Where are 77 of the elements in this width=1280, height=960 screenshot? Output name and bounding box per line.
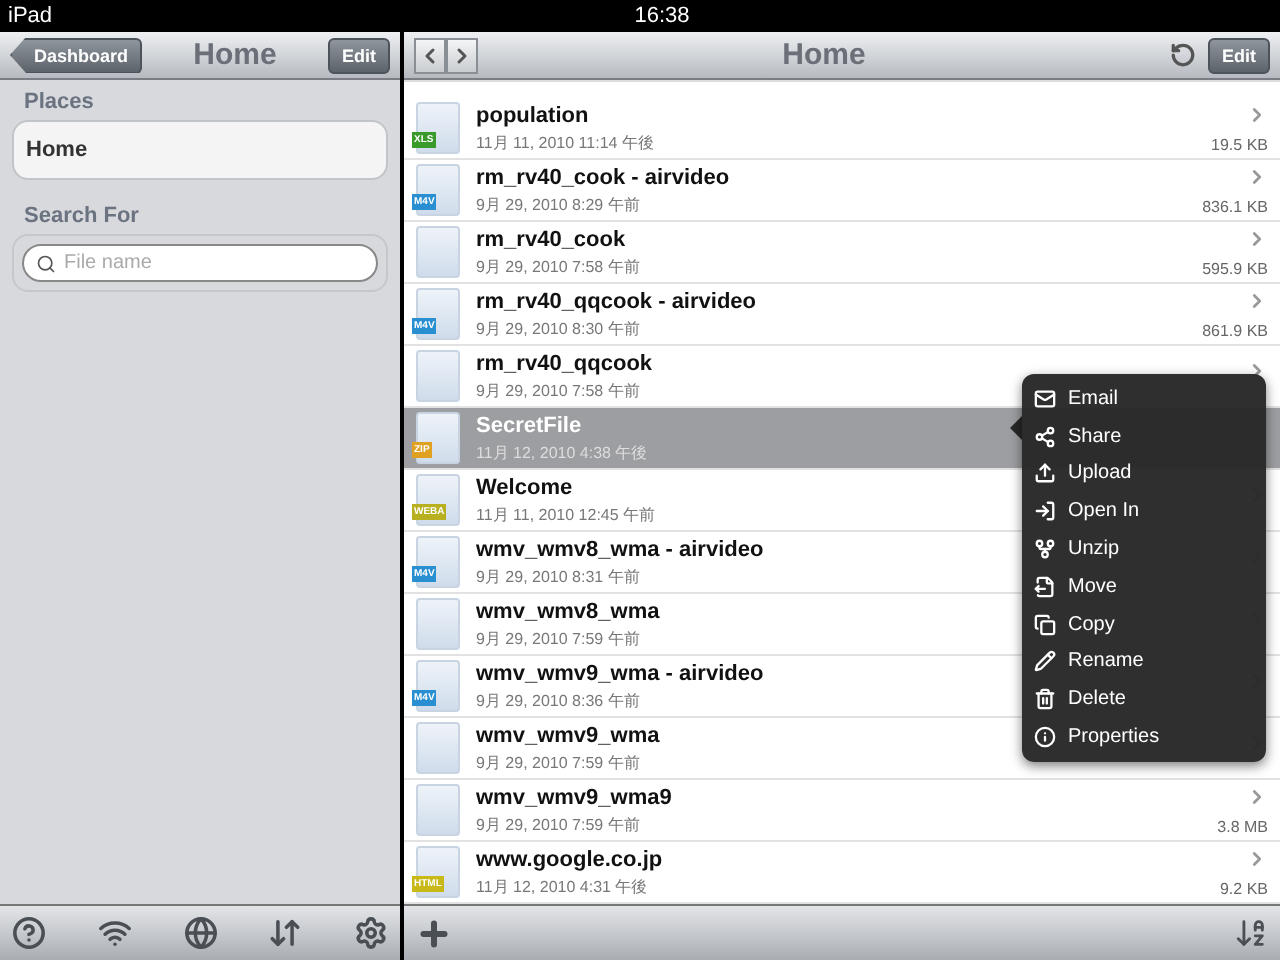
file-name: rm_rv40_qqcook <box>476 351 653 375</box>
file-icon <box>416 784 460 836</box>
refresh-icon[interactable] <box>1170 42 1196 68</box>
envelope-icon <box>1034 387 1056 410</box>
file-date: 9月 29, 2010 7:59 午前 <box>476 813 640 835</box>
file-icon <box>416 226 460 278</box>
file-name: rm_rv40_qqcook - airvideo <box>476 289 757 313</box>
file-name: population <box>476 103 589 127</box>
file-date: 9月 29, 2010 7:58 午前 <box>476 379 640 401</box>
menu-item[interactable]: Share <box>1022 417 1266 456</box>
sidebar-title: Home <box>193 38 277 72</box>
menu-item[interactable]: Copy <box>1022 605 1266 644</box>
copy-icon <box>1034 613 1056 636</box>
help-icon[interactable] <box>12 916 46 950</box>
share-icon <box>1034 425 1056 448</box>
file-date: 9月 29, 2010 7:59 午前 <box>476 627 640 649</box>
file-size: 19.5 KB <box>1211 135 1268 153</box>
file-date: 11月 11, 2010 11:14 午後 <box>476 131 654 153</box>
file-date: 9月 29, 2010 8:30 午前 <box>476 317 640 339</box>
file-icon <box>416 350 460 402</box>
file-date: 9月 29, 2010 8:31 午前 <box>476 565 640 587</box>
file-name: wmv_wmv9_wma <box>476 723 660 747</box>
file-name: wmv_wmv8_wma <box>476 599 660 623</box>
file-name: wmv_wmv8_wma - airvideo <box>476 537 764 561</box>
trash-icon <box>1034 688 1056 711</box>
place-item[interactable]: Home <box>12 120 388 180</box>
file-size: 9.2 KB <box>1219 879 1268 897</box>
file-date: 9月 29, 2010 7:58 午前 <box>476 255 640 277</box>
info-icon <box>1034 726 1056 749</box>
up-down-arrows-icon[interactable] <box>268 916 303 950</box>
file-size: 595.9 KB <box>1202 259 1268 277</box>
section-heading: Places <box>22 88 96 118</box>
fork-icon <box>1034 538 1056 561</box>
search-icon <box>36 254 56 274</box>
file-icon <box>416 722 460 774</box>
file-name: www.google.co.jp <box>476 847 663 871</box>
file-name: Welcome <box>476 475 573 499</box>
wifi-icon[interactable] <box>97 916 132 950</box>
device-name: iPad <box>8 4 53 28</box>
back-arrow-button[interactable] <box>414 37 446 73</box>
search-field[interactable]: File name <box>22 244 378 282</box>
file-date: 9月 29, 2010 7:59 午前 <box>476 751 640 773</box>
sort-icon[interactable] <box>1234 916 1268 950</box>
menu-item[interactable]: Properties <box>1022 718 1266 756</box>
file-date: 9月 29, 2010 8:29 午前 <box>476 193 640 215</box>
forward-arrow-button[interactable] <box>446 37 478 73</box>
section-heading: Search For <box>22 202 141 232</box>
file-date: 9月 29, 2010 8:36 午前 <box>476 689 640 711</box>
file-arrow-icon <box>1034 575 1056 598</box>
file-size: 3.8 MB <box>1217 817 1268 835</box>
file-date: 11月 11, 2010 12:45 午前 <box>476 503 656 525</box>
clock: 16:38 <box>634 4 690 28</box>
dashboard-back-button[interactable]: Dashboard <box>10 37 143 73</box>
page-title: Home <box>782 38 866 72</box>
file-name: SecretFile <box>476 413 582 437</box>
file-size: 836.1 KB <box>1202 197 1268 215</box>
file-name: rm_rv40_cook <box>476 227 626 251</box>
globe-icon[interactable] <box>183 916 217 950</box>
upload-icon <box>1034 462 1056 485</box>
menu-item[interactable]: Open In <box>1022 492 1266 531</box>
file-date: 11月 12, 2010 4:38 午後 <box>476 441 648 463</box>
file-row[interactable]: wmv_wmv9_wma9 9月 29, 2010 7:59 午前 3.8 MB <box>404 780 1280 842</box>
add-icon[interactable] <box>416 915 452 951</box>
file-date: 11月 12, 2010 4:31 午後 <box>476 875 648 897</box>
file-icon <box>416 598 460 650</box>
edit-button[interactable]: Edit <box>327 37 390 73</box>
file-name: wmv_wmv9_wma9 <box>476 785 672 809</box>
settings-icon[interactable] <box>354 916 388 950</box>
menu-item[interactable]: Delete <box>1022 680 1266 719</box>
menu-item[interactable]: Unzip <box>1022 530 1266 568</box>
arrow-into-door-icon <box>1034 500 1056 523</box>
pencil-icon <box>1034 650 1056 673</box>
file-size: 861.9 KB <box>1202 321 1268 339</box>
file-name: wmv_wmv9_wma - airvideo <box>476 661 764 685</box>
file-row[interactable]: rm_rv40_cook 9月 29, 2010 7:58 午前 595.9 KB <box>404 222 1280 284</box>
file-name: rm_rv40_cook - airvideo <box>476 165 730 189</box>
edit-button[interactable]: Edit <box>1208 37 1270 73</box>
